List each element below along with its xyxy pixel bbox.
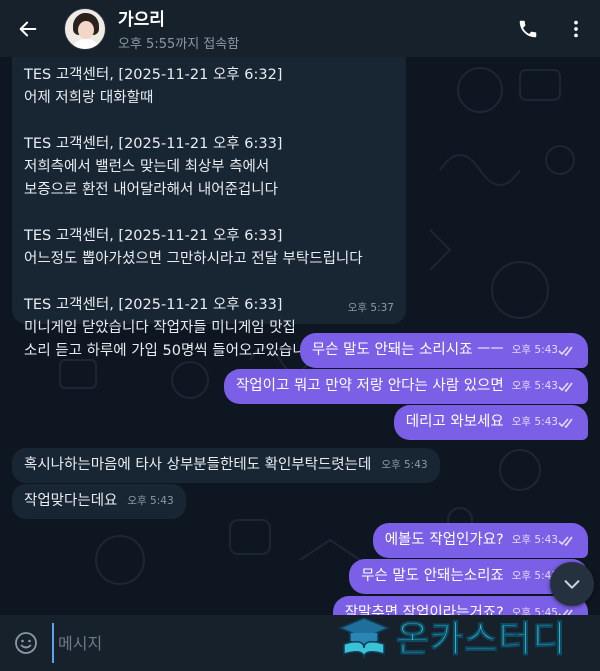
message-text: 작업맞다는데요 (24, 493, 118, 509)
forwarded-header: TES 고객센터, [2025-11-21 오후 6:32] (24, 67, 283, 83)
more-options-button[interactable] (552, 0, 600, 57)
outgoing-message[interactable]: 작업이고 뭐고 만약 저랑 안다는 사람 있으면 오후 5:43 (223, 369, 588, 404)
message-text: 무슨 말도 안돼는소리죠 (361, 568, 504, 584)
watermark-text: 온카스터디 (396, 619, 567, 661)
message-text: 데리고 와보세요 (405, 414, 504, 430)
outgoing-message[interactable]: 데리고 와보세요 오후 5:43 (393, 405, 588, 440)
forwarded-paragraph: TES 고객센터, [2025-11-21 오후 6:33] 저희측에서 밸런스… (24, 133, 394, 202)
message-line: 어느정도 뽑아가셨으면 그만하시라고 전달 부탁드립니다 (24, 251, 363, 267)
forwarded-paragraph: TES 고객센터, [2025-11-21 오후 6:32] 어제 저희랑 대화… (24, 64, 394, 110)
forwarded-header: TES 고객센터, [2025-11-21 오후 6:33] (24, 228, 283, 244)
message-time: 오후 5:43 (511, 534, 558, 546)
double-check-icon (558, 381, 573, 392)
message-time: 오후 5:43 (381, 459, 428, 471)
incoming-message[interactable]: 작업맞다는데요 오후 5:43 (12, 484, 186, 519)
message-time: 오후 5:37 (347, 302, 394, 314)
double-check-icon (558, 535, 573, 546)
chevron-down-icon (564, 580, 580, 589)
emoji-icon (15, 632, 37, 654)
message-time: 오후 5:43 (511, 344, 558, 356)
message-text: 에볼도 작업인가요? (384, 532, 504, 548)
contact-name: 가으리 (118, 10, 165, 30)
forwarded-paragraph: TES 고객센터, [2025-11-21 오후 6:33] 어느정도 뽑아가셨… (24, 225, 394, 271)
scroll-to-bottom-button[interactable] (550, 562, 594, 606)
emoji-button[interactable] (0, 615, 52, 671)
message-line: 어제 저희랑 대화할때 (24, 90, 154, 106)
message-time: 오후 5:43 (511, 380, 558, 392)
double-check-icon (558, 417, 573, 428)
incoming-message[interactable]: 혹시나하는마음에 타사 상부분들한테도 확인부탁드렷는데 오후 5:43 (12, 448, 440, 483)
message-text: 작업이고 뭐고 만약 저랑 안다는 사람 있으면 (235, 378, 504, 394)
message-line: 보증으로 환전 내어달라해서 내어준겁니다 (24, 182, 278, 198)
last-seen-status: 오후 5:55까지 접속함 (118, 37, 240, 52)
forwarded-header: TES 고객센터, [2025-11-21 오후 6:33] (24, 136, 283, 152)
arrow-left-icon (19, 21, 37, 36)
phone-icon (519, 20, 537, 37)
message-input[interactable] (52, 623, 302, 663)
graduation-cap-book-icon (338, 617, 390, 658)
message-time: 오후 5:43 (511, 416, 558, 428)
message-text: 무슨 말도 안돼는 소리시죠 ㅡㅡ (311, 342, 504, 358)
back-button[interactable] (0, 0, 56, 57)
forwarded-header: TES 고객센터, [2025-11-21 오후 6:33] (24, 297, 283, 313)
message-text: 혹시나하는마음에 타사 상부분들한테도 확인부탁드렷는데 (24, 457, 372, 473)
avatar[interactable] (64, 7, 106, 50)
call-button[interactable] (504, 0, 552, 57)
kebab-menu-icon (574, 20, 578, 37)
outgoing-message[interactable]: 무슨 말도 안돼는 소리시죠 ㅡㅡ 오후 5:43 (299, 333, 588, 368)
contact-info[interactable]: 가으리 오후 5:55까지 접속함 (118, 5, 504, 52)
outgoing-message[interactable]: 에볼도 작업인가요? 오후 5:43 (372, 523, 588, 558)
chat-header: 가으리 오후 5:55까지 접속함 (0, 0, 600, 57)
message-time: 오후 5:43 (127, 495, 174, 507)
watermark: 온카스터디 (338, 610, 600, 662)
message-line: 저희측에서 밸런스 맞는데 최상부 측에서 (24, 159, 270, 175)
incoming-message-forwarded[interactable]: TES 고객센터, [2025-11-21 오후 6:32] 어제 저희랑 대화… (12, 54, 406, 359)
double-check-icon (558, 345, 573, 356)
